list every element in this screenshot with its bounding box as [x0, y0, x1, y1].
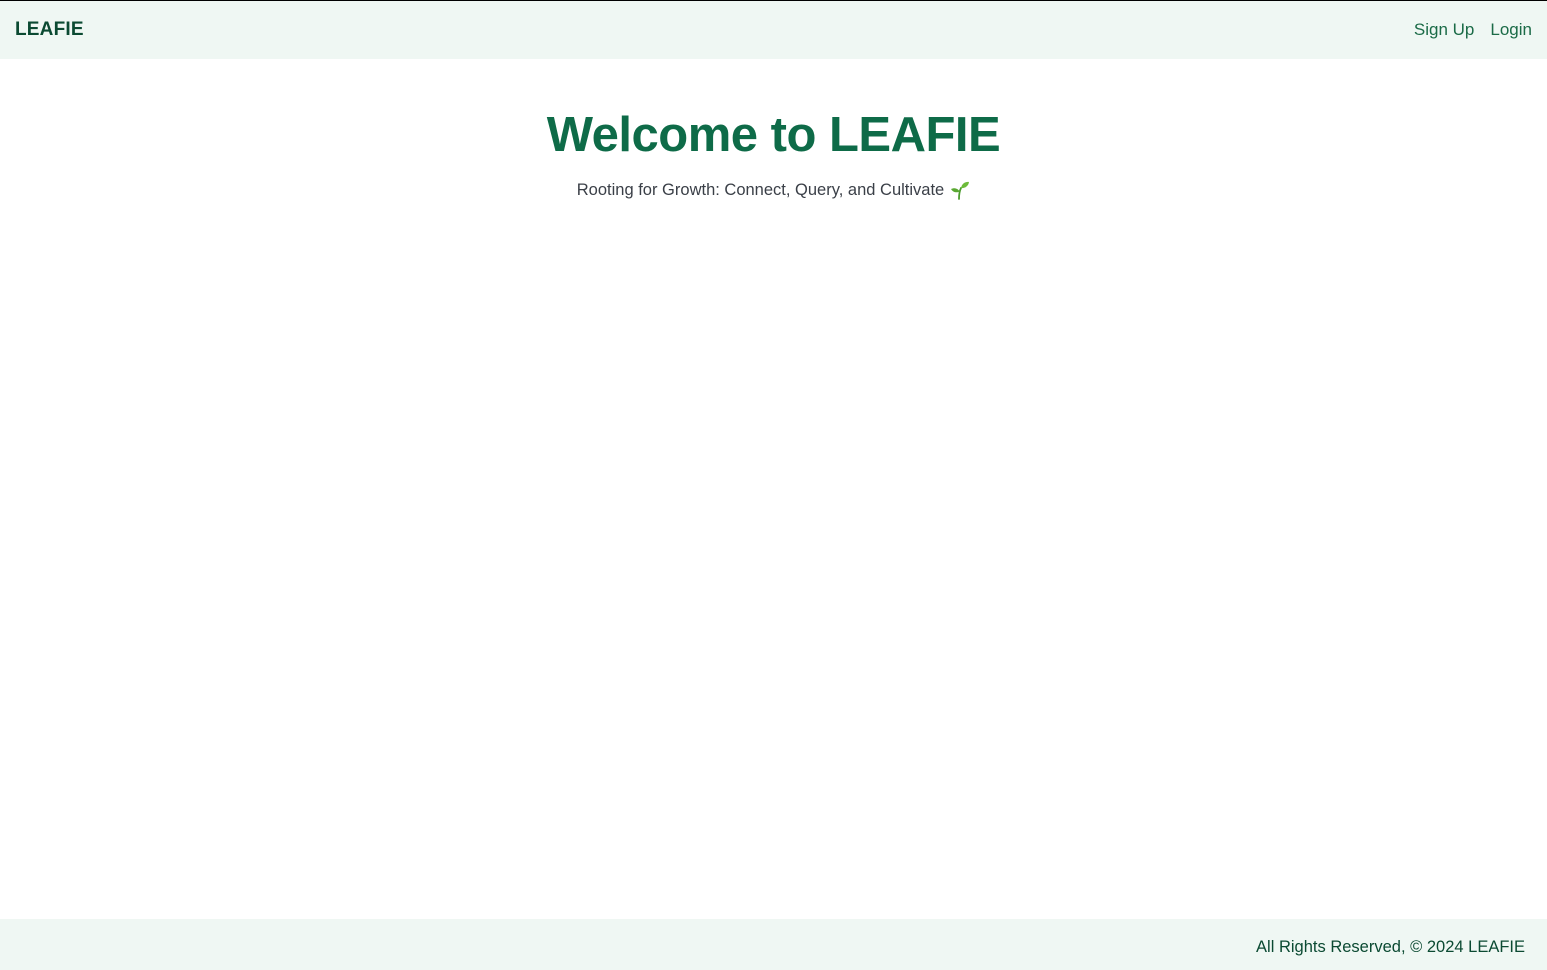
- hero-subtitle: Rooting for Growth: Connect, Query, and …: [577, 179, 970, 201]
- page-title: Welcome to LEAFIE: [546, 108, 1001, 162]
- footer: All Rights Reserved, © 2024 LEAFIE: [0, 919, 1547, 970]
- sprout-icon: [951, 181, 970, 200]
- navbar: LEAFIE Sign Up Login: [0, 1, 1547, 59]
- nav-links: Sign Up Login: [1414, 20, 1532, 40]
- footer-copyright: All Rights Reserved, © 2024 LEAFIE: [1256, 938, 1525, 956]
- hero-subtitle-text: Rooting for Growth: Connect, Query, and …: [576, 181, 945, 199]
- signup-link[interactable]: Sign Up: [1414, 20, 1474, 40]
- login-link[interactable]: Login: [1490, 20, 1532, 40]
- hero-section: Welcome to LEAFIE Rooting for Growth: Co…: [0, 105, 1547, 201]
- brand-logo-link[interactable]: LEAFIE: [15, 19, 84, 41]
